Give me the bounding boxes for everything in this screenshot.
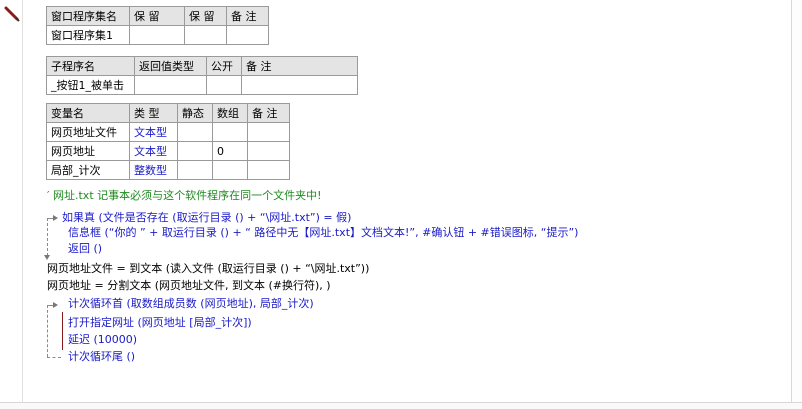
remark-cell[interactable]: [226, 25, 269, 45]
var-remark-cell[interactable]: [247, 122, 290, 142]
loop-body-marker: [62, 312, 63, 350]
header-program-set-name: 窗口程序集名: [46, 6, 130, 26]
loop-branch-line: [47, 305, 48, 357]
var-static-cell[interactable]: [177, 141, 213, 161]
header-reserved-2: 保 留: [184, 6, 227, 26]
header-reserved-1: 保 留: [129, 6, 185, 26]
reserved-cell-1[interactable]: [129, 25, 185, 45]
var-static-cell[interactable]: [177, 160, 213, 180]
reserved-cell-2[interactable]: [184, 25, 227, 45]
var-remark-cell[interactable]: [247, 141, 290, 161]
loop-arrow-icon: [53, 302, 58, 308]
var-type-cell[interactable]: 文本型: [129, 122, 178, 142]
var-type-cell[interactable]: 文本型: [129, 141, 178, 161]
code-if-line[interactable]: 如果真 (文件是否存在 (取运行目录 () + “\网址.txt”) = 假): [62, 211, 351, 225]
header-var-name: 变量名: [46, 103, 130, 123]
var-name-cell[interactable]: 网页地址文件: [46, 122, 130, 142]
var-array-cell[interactable]: [212, 122, 248, 142]
code-delay-line[interactable]: 延迟 (10000): [68, 333, 137, 347]
code-msgbox-line[interactable]: 信息框 (“你的 ” + 取运行目录 () + “ 路径中无【网址.txt】文档…: [68, 226, 578, 240]
var-type-cell[interactable]: 整数型: [129, 160, 178, 180]
table-row: 网页地址 文本型 0: [46, 141, 290, 161]
header-remark: 备 注: [247, 103, 290, 123]
var-array-cell[interactable]: 0: [212, 141, 248, 161]
header-array: 数组: [212, 103, 248, 123]
branch-down-arrow-icon: [44, 255, 50, 260]
header-return-type: 返回值类型: [134, 56, 207, 76]
code-comment[interactable]: ′ 网址.txt 记事本必须与这个软件程序在同一个文件夹中!: [47, 189, 322, 203]
code-open-url-line[interactable]: 打开指定网址 (网页地址 [局部_计次]): [68, 316, 252, 330]
if-branch-line: [47, 218, 48, 256]
subroutine-table: 子程序名 返回值类型 公开 备 注 _按钮1_被单击: [46, 56, 358, 95]
horizontal-scrollbar[interactable]: [0, 402, 802, 409]
table-row: 网页地址文件 文本型: [46, 122, 290, 142]
header-subroutine-name: 子程序名: [46, 56, 135, 76]
loop-branch-line: [47, 357, 61, 358]
header-remark: 备 注: [241, 56, 358, 76]
var-static-cell[interactable]: [177, 122, 213, 142]
editor-gutter: [0, 0, 23, 409]
program-set-table: 窗口程序集名 保 留 保 留 备 注 窗口程序集1: [46, 6, 269, 45]
code-read-line[interactable]: 网页地址文件 = 到文本 (读入文件 (取运行目录 () + “\网址.txt”…: [47, 262, 369, 276]
program-set-name-cell[interactable]: 窗口程序集1: [46, 25, 130, 45]
var-name-cell[interactable]: 网页地址: [46, 141, 130, 161]
var-remark-cell[interactable]: [247, 160, 290, 180]
header-var-type: 类 型: [129, 103, 178, 123]
code-return-line[interactable]: 返回 (): [68, 242, 102, 256]
code-loop-end-line[interactable]: 计次循环尾 (): [68, 350, 135, 364]
header-static: 静态: [177, 103, 213, 123]
return-type-cell[interactable]: [134, 75, 207, 95]
header-public: 公开: [206, 56, 242, 76]
public-cell[interactable]: [206, 75, 242, 95]
table-row: 局部_计次 整数型: [46, 160, 290, 180]
var-name-cell[interactable]: 局部_计次: [46, 160, 130, 180]
branch-arrow-icon: [53, 215, 58, 221]
header-remark: 备 注: [226, 6, 269, 26]
variables-table: 变量名 类 型 静态 数组 备 注 网页地址文件 文本型 网页地址 文本型 0 …: [46, 103, 290, 180]
remark-cell[interactable]: [241, 75, 358, 95]
vertical-scrollbar[interactable]: [791, 0, 802, 409]
pencil-icon: [4, 6, 20, 22]
code-loop-line[interactable]: 计次循环首 (取数组成员数 (网页地址), 局部_计次): [68, 297, 314, 311]
code-split-line[interactable]: 网页地址 = 分割文本 (网页地址文件, 到文本 (#换行符), ): [47, 279, 331, 293]
subroutine-name-cell[interactable]: _按钮1_被单击: [46, 75, 135, 95]
var-array-cell[interactable]: [212, 160, 248, 180]
